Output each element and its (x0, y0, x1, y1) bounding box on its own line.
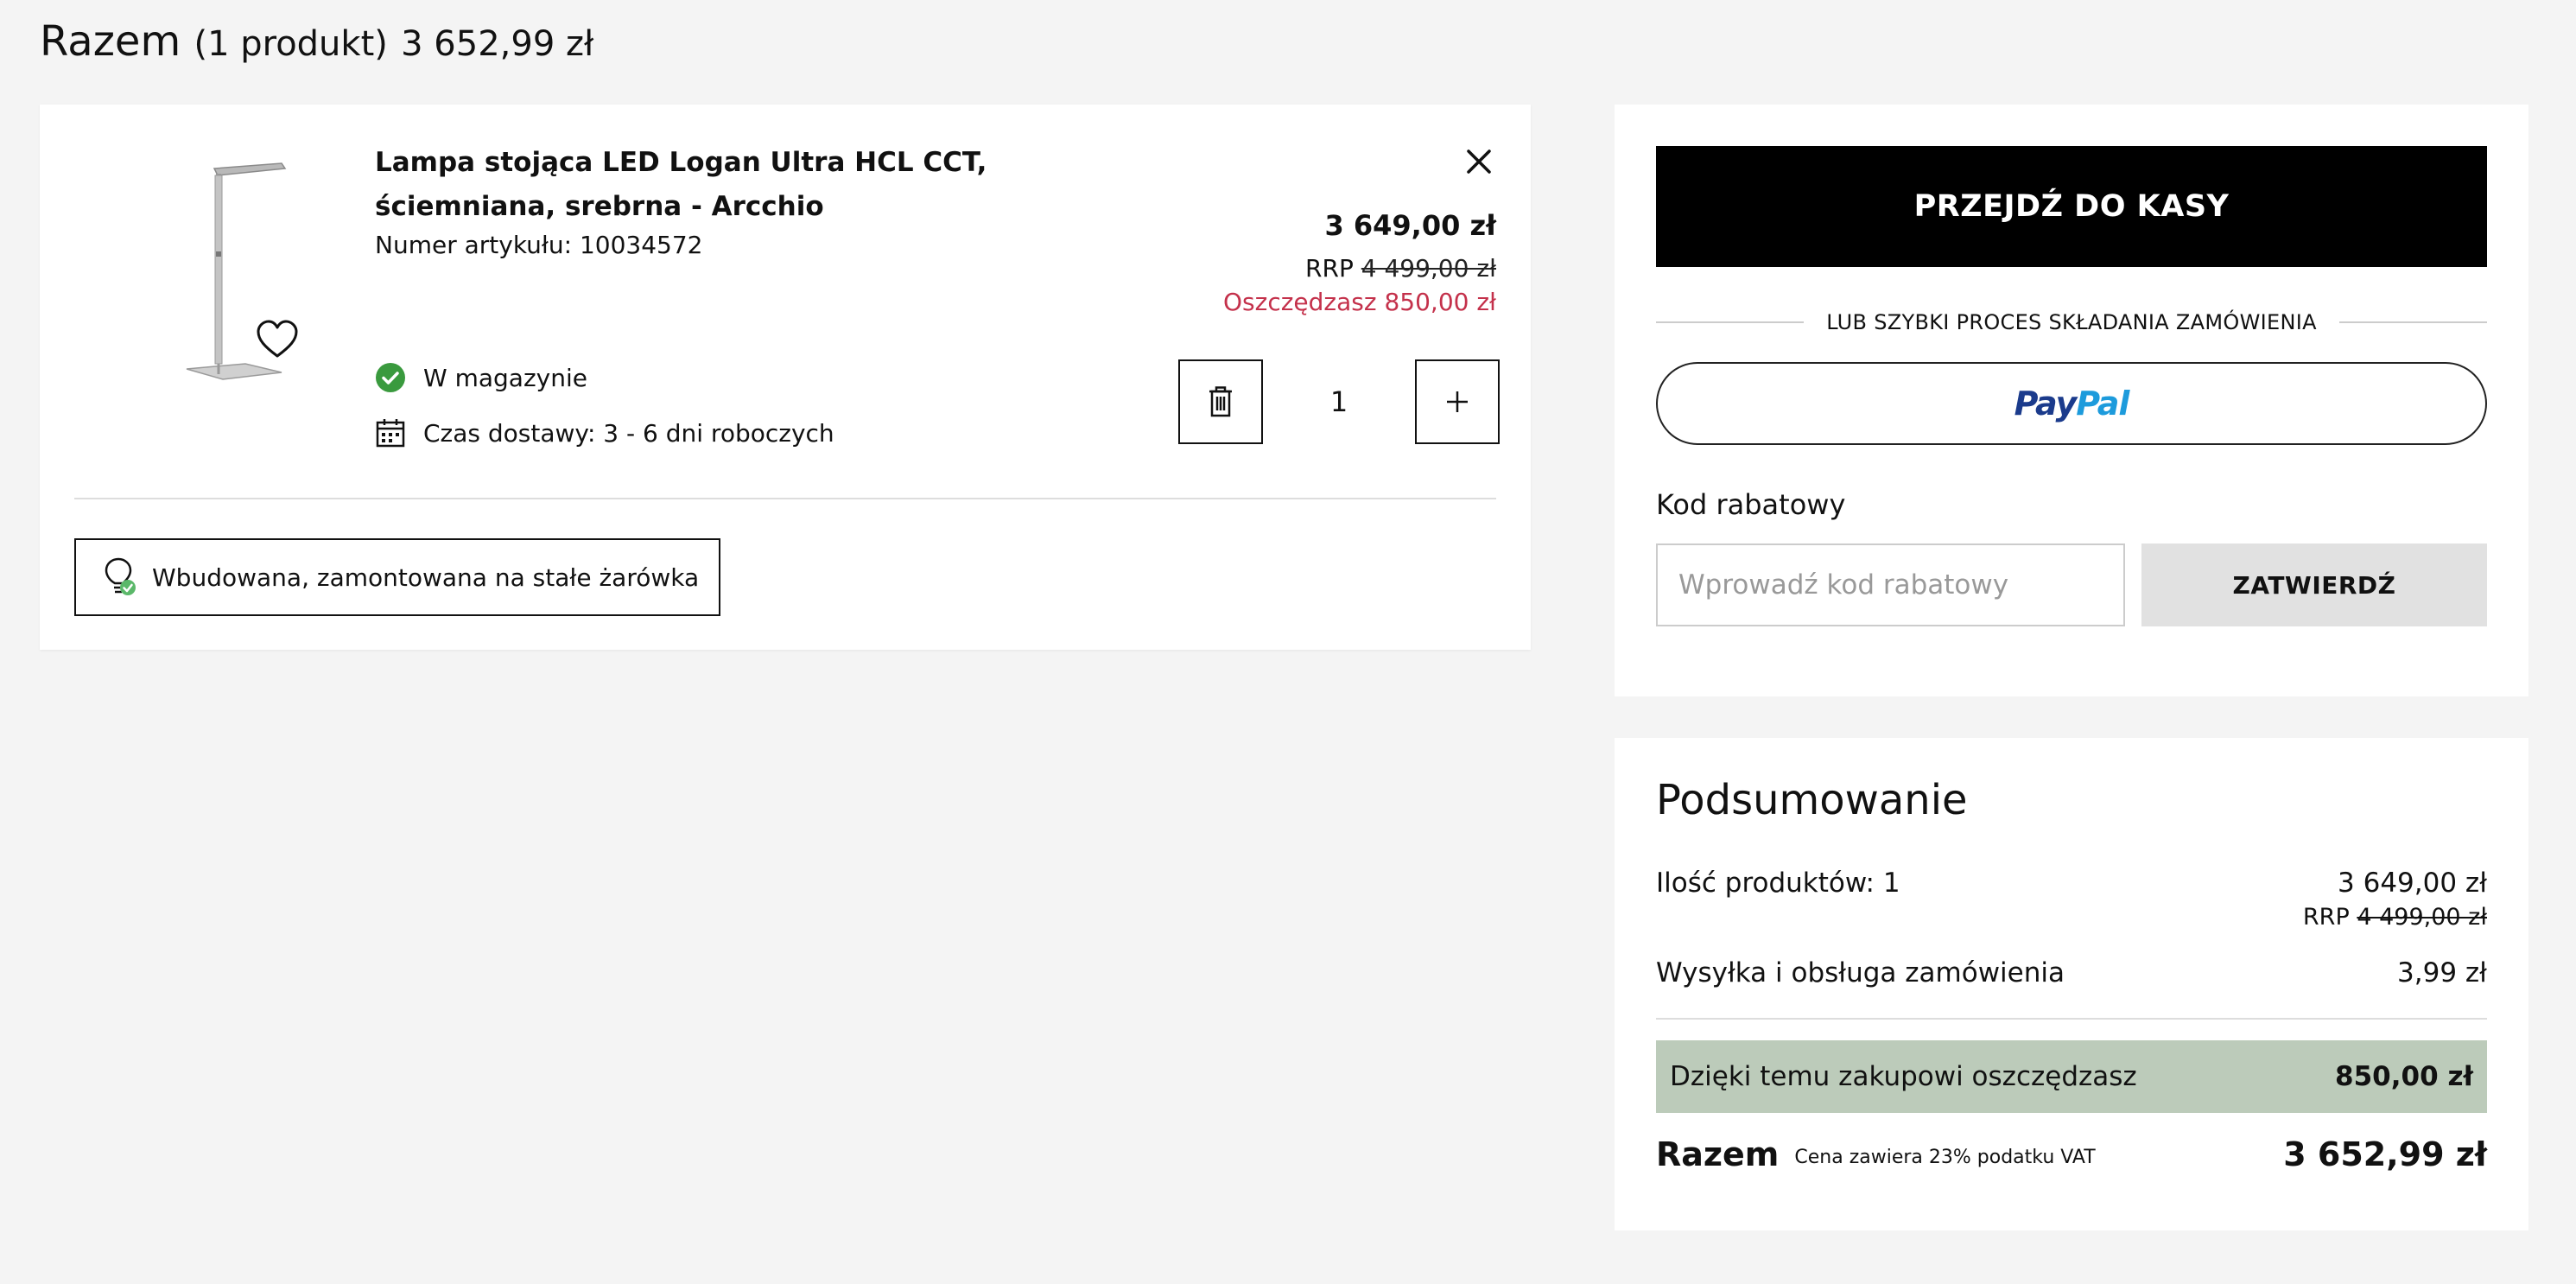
delete-quantity-button[interactable] (1178, 359, 1263, 444)
paypal-logo-pay: Pay (2014, 385, 2078, 423)
checkout-card: PRZEJDŹ DO KASY LUB SZYBKI PROCES SKŁADA… (1615, 105, 2528, 696)
product-image[interactable] (143, 156, 316, 407)
feature-badge: Wbudowana, zamontowana na stałe żarówka (74, 538, 720, 616)
bulb-icon (105, 557, 136, 595)
paypal-logo: PayPal (2014, 385, 2130, 423)
item-divider (74, 498, 1496, 499)
vat-note: Cena zawiera 23% podatku VAT (1794, 1146, 2096, 1168)
page-title: Razem (1 produkt) 3 652,99 zł (40, 12, 593, 73)
check-circle-icon (376, 363, 405, 392)
savings-value: 850,00 zł (2335, 1061, 2473, 1092)
price-block: 3 649,00 zł RRP 4 499,00 zł Oszczędzasz … (1223, 205, 1496, 319)
stock-status: W magazynie (375, 362, 587, 393)
summary-rrp-value: 4 499,00 zł (2357, 904, 2487, 931)
express-checkout-divider: LUB SZYBKI PROCES SKŁADANIA ZAMÓWIENIA (1656, 310, 2487, 334)
divider-line-left (1656, 321, 1805, 323)
quantity-stepper: 1 (1178, 359, 1500, 444)
paypal-button[interactable]: PayPal (1656, 362, 2487, 445)
product-rrp-label: RRP (1305, 254, 1354, 283)
article-number: Numer artykułu: 10034572 (375, 231, 703, 259)
savings-band: Dzięki temu zakupowi oszczędzasz 850,00 … (1656, 1040, 2487, 1113)
feature-label: Wbudowana, zamontowana na stałe żarówka (152, 563, 700, 592)
summary-divider (1656, 1018, 2487, 1020)
summary-products-label: Ilość produktów: 1 (1656, 868, 1900, 899)
product-rrp-price: 4 499,00 zł (1361, 254, 1496, 283)
express-checkout-label: LUB SZYBKI PROCES SKŁADANIA ZAMÓWIENIA (1826, 310, 2317, 334)
plus-icon (1447, 391, 1468, 412)
savings-label: Dzięki temu zakupowi oszczędzasz (1670, 1061, 2137, 1092)
close-icon (1467, 149, 1491, 174)
apply-coupon-button[interactable]: ZATWIERDŹ (2141, 543, 2487, 626)
quantity-value[interactable]: 1 (1263, 385, 1415, 418)
page-title-count: (1 produkt) (194, 24, 388, 64)
stock-label: W magazynie (423, 363, 587, 392)
delivery-time: Czas dostawy: 3 - 6 dni roboczych (375, 417, 834, 448)
order-summary-card: Podsumowanie Ilość produktów: 1 3 649,00… (1615, 738, 2528, 1230)
page-title-label: Razem (40, 17, 181, 66)
total-value: 3 652,99 zł (2283, 1135, 2487, 1173)
product-rrp: RRP 4 499,00 zł (1223, 251, 1496, 286)
total-row: Razem Cena zawiera 23% podatku VAT 3 652… (1656, 1135, 2487, 1173)
coupon-input[interactable] (1656, 543, 2125, 626)
summary-products-value: 3 649,00 zł (2338, 868, 2487, 899)
divider-line-right (2338, 321, 2487, 323)
summary-shipping-value: 3,99 zł (2397, 957, 2487, 988)
summary-rrp: RRP 4 499,00 zł (2303, 904, 2487, 931)
total-label: Razem (1656, 1135, 1780, 1173)
cart-item-card: Lampa stojąca LED Logan Ultra HCL CCT, ś… (40, 105, 1531, 650)
summary-rrp-label: RRP (2302, 904, 2350, 931)
favorite-button[interactable] (256, 319, 299, 360)
delivery-label: Czas dostawy: 3 - 6 dni roboczych (423, 418, 834, 448)
increase-quantity-button[interactable] (1415, 359, 1500, 444)
summary-title: Podsumowanie (1656, 776, 1968, 824)
product-name[interactable]: Lampa stojąca LED Logan Ultra HCL CCT, ś… (375, 141, 1152, 229)
product-price: 3 649,00 zł (1324, 209, 1496, 242)
remove-item-button[interactable] (1460, 143, 1498, 181)
paypal-logo-pal: Pal (2076, 385, 2129, 423)
calendar-icon (376, 419, 405, 448)
heart-icon (257, 320, 298, 358)
page-title-total: 3 652,99 zł (401, 24, 594, 64)
product-savings: Oszczędzasz 850,00 zł (1223, 288, 1496, 316)
summary-shipping-label: Wysyłka i obsługa zamówienia (1656, 957, 2065, 988)
trash-icon (1209, 386, 1232, 417)
checkout-button[interactable]: PRZEJDŹ DO KASY (1656, 146, 2487, 267)
coupon-label: Kod rabatowy (1656, 488, 1846, 521)
